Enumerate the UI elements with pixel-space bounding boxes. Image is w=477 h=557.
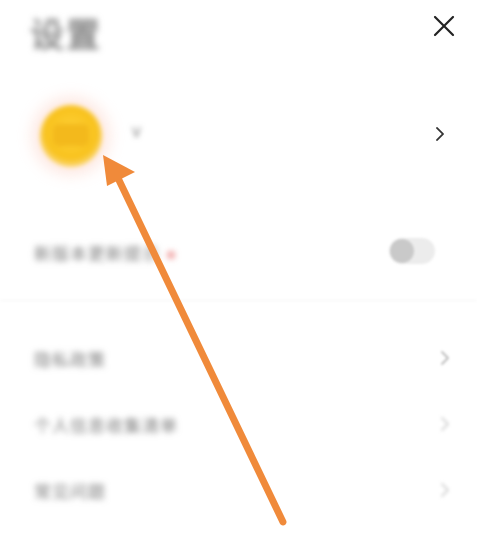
settings-row-update-notify: 新版本更新提示 <box>0 228 477 276</box>
row-label: 新版本更新提示 <box>34 240 174 265</box>
page-title: 设置 <box>30 16 102 56</box>
update-notify-toggle[interactable] <box>389 238 435 264</box>
settings-row-info-list[interactable]: 个人信息收集清单 <box>0 400 477 448</box>
close-icon <box>433 15 455 37</box>
row-label: 隐私政策 <box>34 351 106 371</box>
chevron-right-icon <box>436 127 444 141</box>
profile-name: V <box>132 126 141 141</box>
profile-row[interactable]: V <box>0 90 477 180</box>
chevron-right-icon <box>441 351 449 365</box>
row-label: 常见问题 <box>34 483 106 503</box>
toggle-knob <box>390 239 414 263</box>
settings-screen: 设置 V 新版本更新提示 隐私政策 个人信息收集清单 常见问题 <box>0 0 477 557</box>
red-dot-badge <box>168 252 174 258</box>
divider <box>0 300 477 301</box>
chevron-right-icon <box>441 417 449 431</box>
close-button[interactable] <box>430 12 458 40</box>
settings-row-privacy[interactable]: 隐私政策 <box>0 334 477 382</box>
settings-row-faq[interactable]: 常见问题 <box>0 466 477 514</box>
avatar-image <box>53 124 89 146</box>
row-label: 个人信息收集清单 <box>34 417 178 437</box>
chevron-right-icon <box>441 483 449 497</box>
avatar[interactable] <box>40 105 102 167</box>
